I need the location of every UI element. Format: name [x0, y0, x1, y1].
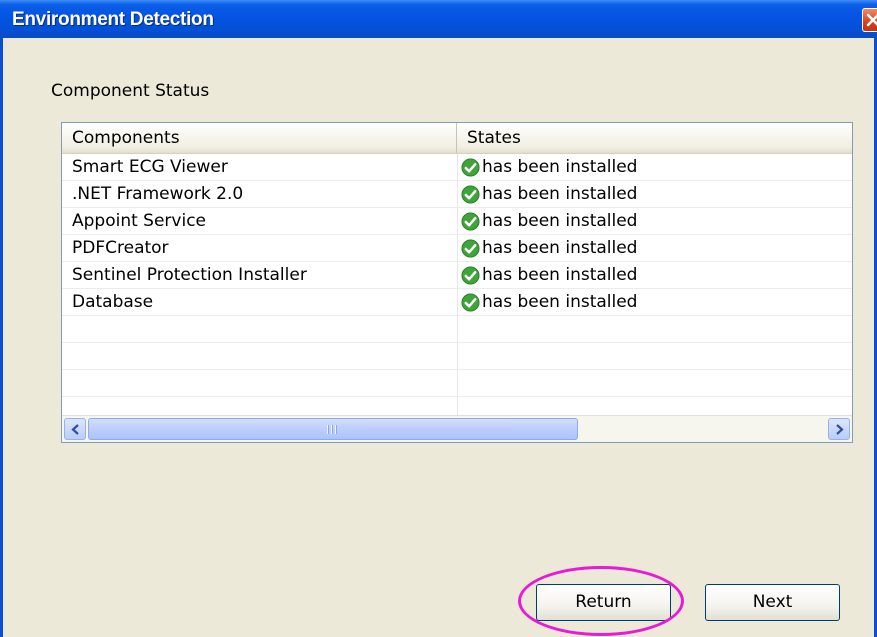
- state-text: has been installed: [482, 211, 638, 231]
- close-button[interactable]: [862, 8, 877, 32]
- component-name: .NET Framework 2.0: [72, 184, 244, 204]
- list-item[interactable]: PDFCreator has been installed: [62, 235, 852, 262]
- list-item[interactable]: Database has been installed: [62, 289, 852, 316]
- state-text: has been installed: [482, 265, 638, 285]
- component-name: Appoint Service: [72, 211, 207, 231]
- components-list-view[interactable]: Components States Smart ECG Viewer has b…: [61, 122, 853, 443]
- column-header-components[interactable]: Components: [62, 123, 457, 153]
- green-check-icon: [461, 239, 480, 258]
- chevron-right-icon: [836, 424, 844, 435]
- close-icon: [866, 13, 877, 27]
- list-rows: Smart ECG Viewer has been installed .NET…: [62, 154, 852, 397]
- state-text: has been installed: [482, 292, 638, 312]
- state-text: has been installed: [482, 157, 638, 177]
- list-item[interactable]: Sentinel Protection Installer has been i…: [62, 262, 852, 289]
- list-item[interactable]: Smart ECG Viewer has been installed: [62, 154, 852, 181]
- list-header: Components States: [62, 123, 852, 154]
- component-name: Smart ECG Viewer: [72, 157, 228, 177]
- component-status-label: Component Status: [51, 81, 210, 101]
- chevron-left-icon: [71, 424, 79, 435]
- state-text: has been installed: [482, 238, 638, 258]
- next-button[interactable]: Next: [705, 584, 840, 621]
- title-bar[interactable]: Environment Detection: [0, 0, 877, 38]
- component-name: PDFCreator: [72, 238, 169, 258]
- empty-row: [62, 316, 852, 343]
- empty-row: [62, 343, 852, 370]
- state-text: has been installed: [482, 184, 638, 204]
- scroll-right-button[interactable]: [828, 418, 850, 440]
- green-check-icon: [461, 293, 480, 312]
- empty-row: [62, 370, 852, 397]
- column-header-states[interactable]: States: [457, 123, 852, 153]
- green-check-icon: [461, 185, 480, 204]
- window-title: Environment Detection: [12, 9, 214, 30]
- return-button[interactable]: Return: [536, 584, 671, 621]
- grip-icon: [327, 425, 339, 434]
- list-item[interactable]: Appoint Service has been installed: [62, 208, 852, 235]
- scroll-left-button[interactable]: [64, 418, 86, 440]
- green-check-icon: [461, 266, 480, 285]
- component-name: Sentinel Protection Installer: [72, 265, 307, 285]
- list-item[interactable]: .NET Framework 2.0 has been installed: [62, 181, 852, 208]
- green-check-icon: [461, 212, 480, 231]
- scrollbar-thumb[interactable]: [88, 418, 578, 440]
- environment-detection-window: Environment Detection Component Status C…: [0, 0, 877, 637]
- horizontal-scrollbar[interactable]: [62, 415, 852, 442]
- component-name: Database: [72, 292, 154, 312]
- green-check-icon: [461, 158, 480, 177]
